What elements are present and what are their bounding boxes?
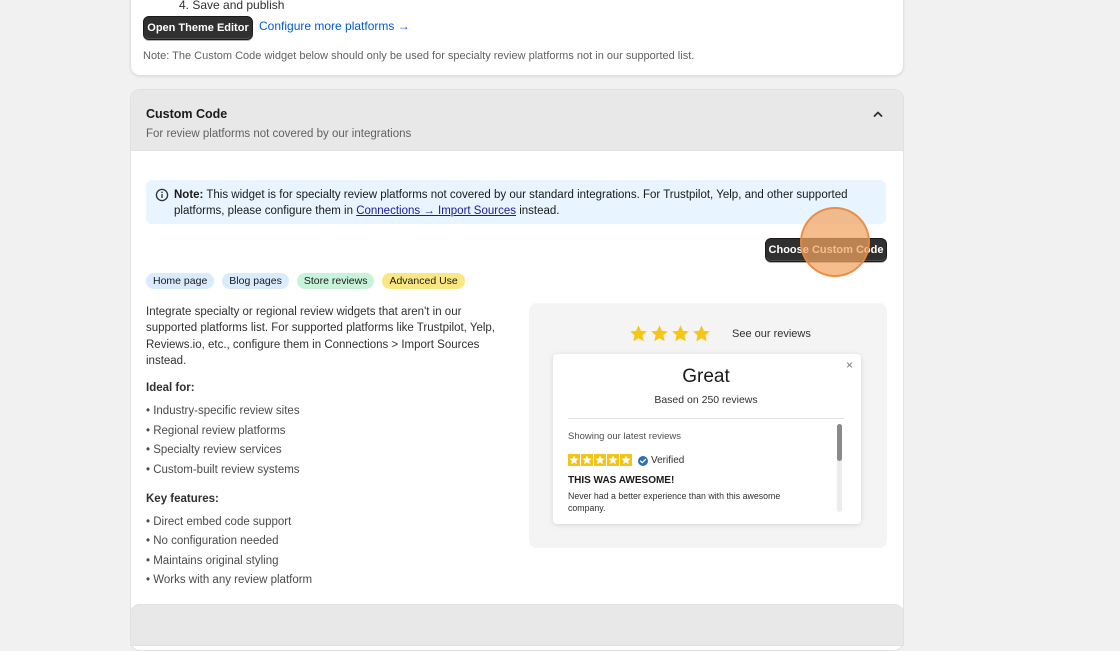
star-icon <box>607 454 619 466</box>
star-icon <box>620 454 632 466</box>
ideal-for-item: • Industry-specific review sites <box>146 405 300 417</box>
setup-steps-card: 4. Save and publish Open Theme Editor Co… <box>130 0 904 76</box>
configure-more-platforms-link[interactable]: Configure more platforms → <box>259 19 410 33</box>
review-body: Never had a better experience than with … <box>568 491 781 513</box>
open-theme-editor-button[interactable]: Open Theme Editor <box>143 16 253 40</box>
star-icon <box>581 454 593 466</box>
key-feature-item: • Works with any review platform <box>146 574 313 586</box>
tag-blog-pages: Blog pages <box>222 273 289 289</box>
scrollbar-thumb <box>837 424 842 461</box>
star-icon <box>651 325 668 342</box>
star-icon <box>672 325 689 342</box>
widget-preview: See our reviews × Great Based on 250 rev… <box>529 303 887 548</box>
banner-label: Note: <box>174 189 204 201</box>
star-icon <box>594 454 606 466</box>
ideal-for-item: • Custom-built review systems <box>146 464 300 476</box>
reviews-popup: × Great Based on 250 reviews Showing our… <box>553 354 861 524</box>
ideal-for-item: • Specialty review services <box>146 444 282 456</box>
step-save-publish: 4. Save and publish <box>179 0 285 12</box>
verified-check-icon <box>638 455 648 466</box>
key-feature-item: • Maintains original styling <box>146 555 279 567</box>
card-title: Custom Code <box>146 107 228 121</box>
tag-home-page: Home page <box>146 273 215 289</box>
key-feature-item: • Direct embed code support <box>146 516 292 528</box>
review-star-rating <box>568 454 632 466</box>
custom-code-header[interactable]: Custom Code For review platforms not cov… <box>131 90 903 151</box>
chevron-up-icon[interactable] <box>871 107 885 121</box>
review-title: THIS WAS AWESOME! <box>568 475 675 486</box>
info-banner: Note: This widget is for specialty revie… <box>146 180 886 224</box>
custom-code-card: Custom Code For review platforms not cov… <box>130 89 904 651</box>
preview-star-rating <box>629 324 711 343</box>
rating-word: Great <box>682 366 730 387</box>
star-icon <box>630 325 647 342</box>
connections-import-sources-link[interactable]: Connections → Import Sources <box>356 205 516 217</box>
star-icon <box>568 454 580 466</box>
card-subtitle: For review platforms not covered by our … <box>146 128 412 140</box>
custom-code-note: Note: The Custom Code widget below shoul… <box>143 50 695 62</box>
ideal-for-heading: Ideal for: <box>146 382 195 394</box>
star-icon <box>693 325 710 342</box>
banner-text: Note: This widget is for specialty revie… <box>174 187 874 219</box>
click-indicator <box>800 207 870 277</box>
ideal-for-item: • Regional review platforms <box>146 425 286 437</box>
tag-advanced-use: Advanced Use <box>382 273 465 289</box>
widget-description: Integrate specialty or regional review w… <box>146 306 495 367</box>
tag-list: Home page Blog pages Store reviews Advan… <box>146 273 465 289</box>
key-features-heading: Key features: <box>146 493 219 505</box>
info-icon <box>155 188 169 202</box>
latest-reviews-label: Showing our latest reviews <box>568 431 681 442</box>
divider <box>568 418 844 419</box>
see-our-reviews-label: See our reviews <box>732 328 811 340</box>
tag-store-reviews: Store reviews <box>296 273 375 289</box>
next-card-header[interactable] <box>130 604 904 646</box>
key-feature-item: • No configuration needed <box>146 535 279 547</box>
review-count: Based on 250 reviews <box>654 394 758 406</box>
verified-label: Verified <box>651 455 685 466</box>
banner-tail: instead. <box>519 205 560 217</box>
verified-badge: Verified <box>638 455 684 466</box>
